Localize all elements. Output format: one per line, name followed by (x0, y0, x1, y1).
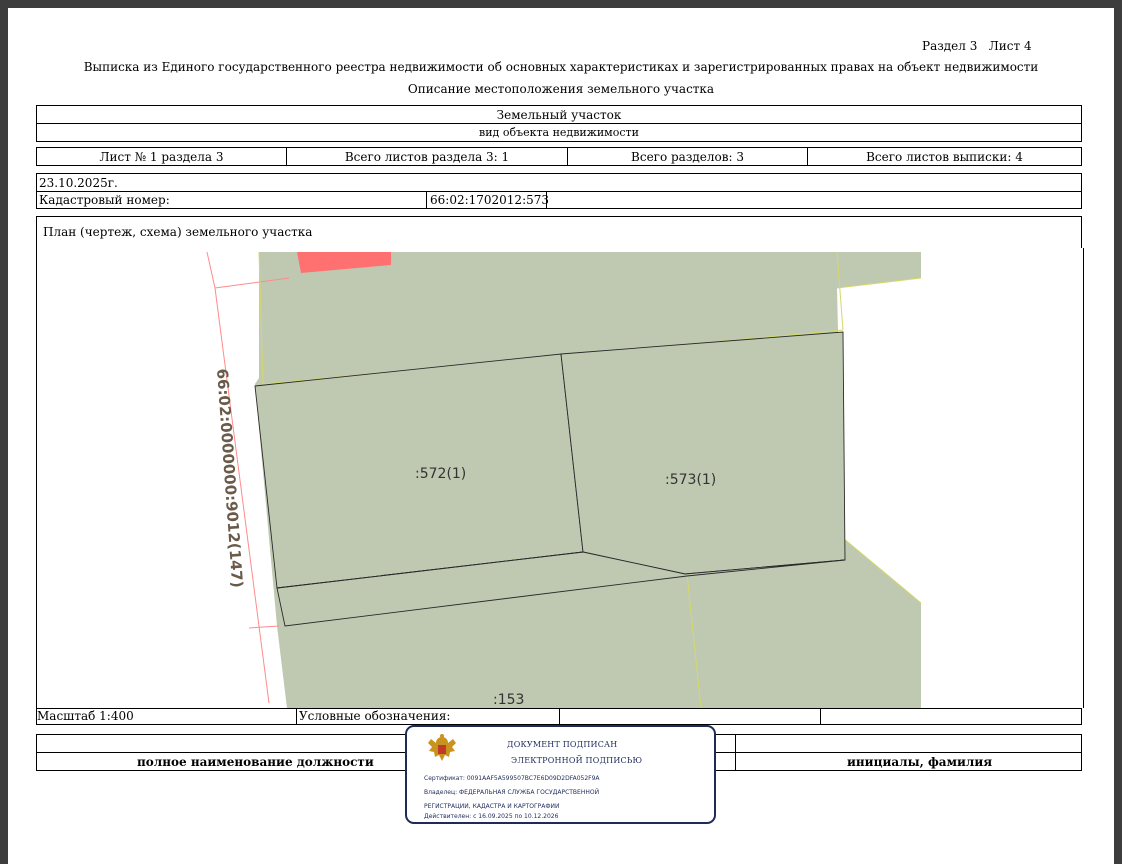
label-parcel-573: :573(1) (665, 472, 716, 488)
cadastral-label: Кадастровый номер: (39, 193, 170, 207)
sheets-row: Лист № 1 раздела 3 Всего листов раздела … (36, 147, 1082, 166)
document-subtitle: Описание местоположения земельного участ… (407, 82, 715, 96)
total-sections: Всего разделов: 3 (631, 149, 744, 164)
plan-drawing: :572(1) :573(1) :153 66:02:0000000:9012(… (206, 251, 1083, 708)
legend-label: Условные обозначения: (299, 709, 451, 723)
total-extract-sheets: Всего листов выписки: 4 (866, 149, 1023, 164)
object-type: Земельный участок (496, 107, 622, 122)
label-parcel-153: :153 (493, 692, 524, 708)
document-title: Выписка из Единого государственного реес… (83, 60, 1039, 74)
stamp-owner-line-2: РЕГИСТРАЦИИ, КАДАСТРА И КАРТОГРАФИИ (424, 803, 560, 810)
scale-legend-row: Масштаб 1:400 Условные обозначения: (36, 708, 1082, 725)
section-sheet-label: Раздел 3 Лист 4 (922, 39, 1032, 53)
plan-title-box: План (чертеж, схема) земельного участка (36, 216, 1082, 249)
e-signature-stamp: ДОКУМЕНТ ПОДПИСАН ЭЛЕКТРОННОЙ ПОДПИСЬЮ С… (405, 725, 716, 824)
stamp-line-1: ДОКУМЕНТ ПОДПИСАН (507, 740, 618, 749)
plan-title: План (чертеж, схема) земельного участка (43, 225, 313, 239)
label-road: 66:02:0000000:9012(147) (213, 368, 246, 588)
position-caption: полное наименование должности (137, 755, 374, 769)
total-section-sheets: Всего листов раздела 3: 1 (344, 149, 510, 164)
stamp-valid-dates: Действителен: с 16.09.2025 по 10.12.2026 (424, 813, 559, 820)
initials-caption: инициалы, фамилия (847, 755, 993, 769)
info-box: 23.10.2025г. Кадастровый номер: 66:02:17… (36, 173, 1082, 209)
cadastral-number: 66:02:1702012:573 (430, 193, 550, 207)
object-type-box: Земельный участок вид объекта недвижимос… (36, 105, 1082, 142)
stamp-owner-line-1: Владелец: ФЕДЕРАЛЬНАЯ СЛУЖБА ГОСУДАРСТВЕ… (424, 789, 600, 796)
extract-date: 23.10.2025г. (39, 176, 118, 190)
label-parcel-572: :572(1) (415, 466, 466, 482)
land-plot-plan: :572(1) :573(1) :153 66:02:0000000:9012(… (36, 248, 1084, 708)
object-type-caption: вид объекта недвижимости (479, 126, 639, 139)
sheet-number: Лист № 1 раздела 3 (99, 149, 224, 164)
parcel-573 (560, 331, 846, 575)
stamp-line-2: ЭЛЕКТРОННОЙ ПОДПИСЬЮ (511, 756, 643, 765)
document-page: Раздел 3 Лист 4 Выписка из Единого госуд… (8, 8, 1114, 864)
coat-of-arms-icon (428, 734, 456, 761)
road-boundary-bottom (248, 625, 280, 629)
scale-label: Масштаб 1:400 (37, 709, 134, 723)
stamp-certificate: Сертификат: 0091AAF5A599507BC7E6D09D2DFA… (424, 775, 600, 782)
